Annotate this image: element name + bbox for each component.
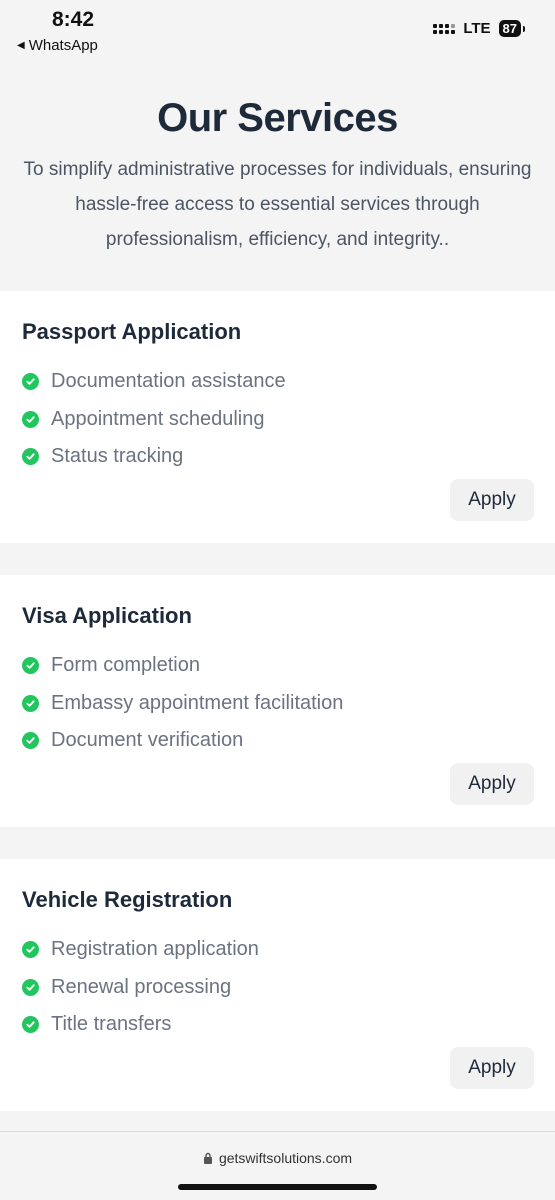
feature-label: Appointment scheduling [51,407,265,430]
feature-label: Registration application [51,938,259,961]
feature-label: Embassy appointment facilitation [51,691,344,714]
feature-list: Form completion Embassy appointment faci… [22,647,343,760]
status-bar: 8:42 ◀ WhatsApp LTE 87 [0,0,555,62]
check-circle-icon [22,978,39,996]
feature-label: Title transfers [51,1013,172,1036]
service-card-passport: Passport Application Documentation assis… [0,291,555,543]
check-circle-icon [22,448,39,466]
feature-label: Documentation assistance [51,370,286,393]
feature-item: Registration application [22,931,259,969]
service-title: Vehicle Registration [22,887,233,912]
feature-item: Renewal processing [22,969,259,1007]
check-circle-icon [22,1016,39,1034]
service-card-visa: Visa Application Form completion Embassy… [0,575,555,827]
service-card-vehicle: Vehicle Registration Registration applic… [0,859,555,1111]
home-indicator[interactable] [178,1184,377,1190]
back-app-label: WhatsApp [28,37,98,54]
check-circle-icon [22,373,39,391]
signal-icon [433,23,456,34]
apply-button-passport[interactable]: Apply [450,479,534,521]
feature-label: Document verification [51,729,244,752]
feature-label: Form completion [51,654,200,677]
feature-item: Document verification [22,722,343,760]
apply-button-visa[interactable]: Apply [450,763,534,805]
feature-item: Documentation assistance [22,363,286,401]
feature-item: Status tracking [22,438,286,476]
feature-list: Registration application Renewal process… [22,931,259,1044]
browser-bottom-bar: getswiftsolutions.com [0,1131,555,1200]
check-circle-icon [22,657,39,675]
apply-button-vehicle[interactable]: Apply [450,1047,534,1089]
check-circle-icon [22,732,39,750]
feature-item: Appointment scheduling [22,401,286,439]
page-title: Our Services [157,96,398,140]
status-time: 8:42 [52,8,95,31]
address-bar[interactable]: getswiftsolutions.com [0,1150,555,1166]
network-label: LTE [463,20,491,37]
service-title: Passport Application [22,319,242,344]
feature-label: Status tracking [51,445,184,468]
battery-icon: 87 [498,20,526,37]
back-triangle-icon: ◀ [17,40,25,51]
page-description: To simplify administrative processes for… [23,159,532,250]
feature-label: Renewal processing [51,975,232,998]
services-hero: Our Services To simplify administrative … [0,62,555,291]
service-title: Visa Application [22,603,192,628]
status-indicators: LTE 87 [433,20,526,37]
feature-item: Embassy appointment facilitation [22,685,343,723]
url-text: getswiftsolutions.com [218,1150,353,1166]
check-circle-icon [22,410,39,428]
feature-item: Title transfers [22,1006,259,1044]
feature-item: Form completion [22,647,343,685]
feature-list: Documentation assistance Appointment sch… [22,363,286,476]
lock-icon [203,1152,212,1164]
back-to-app-link[interactable]: ◀ WhatsApp [17,37,98,54]
check-circle-icon [22,941,39,959]
check-circle-icon [22,694,39,712]
